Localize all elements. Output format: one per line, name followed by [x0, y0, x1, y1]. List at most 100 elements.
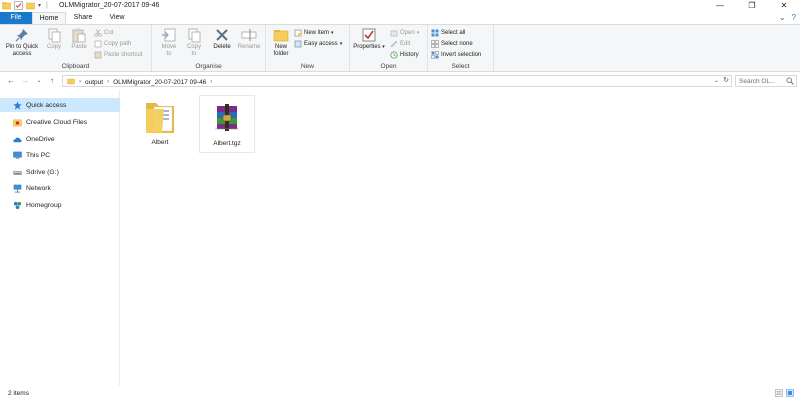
select-none-icon [431, 40, 439, 48]
properties-check-icon[interactable] [14, 1, 23, 10]
quick-access-toolbar: ▾ | [2, 1, 48, 10]
new-folder-button[interactable]: New folder [269, 27, 293, 58]
nav-item-onedrive[interactable]: OneDrive [0, 132, 120, 146]
copy-to-icon [186, 27, 202, 43]
expand-ribbon-icon[interactable]: ⌄ [779, 13, 786, 22]
nav-item-creative-cloud-files[interactable]: Creative Cloud Files [0, 115, 120, 129]
select-none-button[interactable]: Select none [431, 39, 473, 49]
folder-icon [140, 97, 180, 137]
drive-icon [13, 168, 22, 177]
organise-group: Move to Copy to Delete Rename Organise [152, 25, 266, 71]
select-all-button[interactable]: Select all [431, 28, 465, 38]
breadcrumb-separator-icon: › [210, 79, 213, 85]
properties-button[interactable]: Properties ▾ [352, 27, 386, 51]
properties-icon [361, 27, 377, 43]
breadcrumb-output[interactable]: output [85, 79, 103, 86]
copy-path-icon [94, 40, 102, 48]
new-folder-icon [273, 27, 289, 43]
easy-access-dropdown-icon: ▾ [339, 41, 343, 47]
open-group: Properties ▾ Open ▾ Edit History Open [350, 25, 428, 71]
file-item-folder[interactable]: Albert [132, 95, 188, 153]
back-arrow-icon[interactable]: ← [6, 76, 16, 86]
maximize-button[interactable]: ❐ [736, 0, 768, 12]
item-count: 2 items [8, 390, 29, 397]
paste-shortcut-icon [94, 51, 102, 59]
folder-small-icon [2, 1, 11, 10]
open-icon [390, 29, 398, 37]
nav-item-quick-access[interactable]: Quick access [0, 98, 120, 112]
breadcrumb-separator-icon: › [107, 79, 110, 85]
recent-locations-icon[interactable]: ⌄ [34, 76, 44, 86]
address-bar[interactable]: › output › OLMMigrator_20-07-2017 09-46 … [62, 75, 732, 87]
help-icon[interactable]: ? [792, 13, 796, 22]
open-group-label: Open [380, 63, 397, 70]
address-row: ← → ⌄ ↑ › output › OLMMigrator_20-07-201… [0, 73, 800, 89]
homegroup-icon [13, 201, 22, 210]
title-bar: ▾ | OLMMigrator_20-07-2017 09-46 — ❐ ✕ [0, 0, 800, 12]
open-button[interactable]: Open ▾ [390, 28, 419, 38]
address-dropdown-icon[interactable]: ⌄ [714, 76, 719, 86]
tab-view[interactable]: View [100, 12, 134, 24]
search-input[interactable]: Search OL... [735, 75, 797, 87]
copy-to-button[interactable]: Copy to [182, 27, 206, 58]
history-button[interactable]: History [390, 50, 419, 60]
tab-share[interactable]: Share [66, 12, 100, 24]
invert-selection-icon [431, 51, 439, 59]
file-list: Albert Albert.tgz [121, 90, 800, 386]
cut-button[interactable]: Cut [94, 28, 113, 38]
select-group: Select all Select none Invert selection … [428, 25, 494, 71]
organise-group-label: Organise [195, 63, 222, 70]
qat-dropdown-icon[interactable]: ▾ [38, 2, 41, 9]
delete-x-icon [214, 27, 230, 43]
tab-file[interactable]: File [0, 12, 32, 24]
delete-button[interactable]: Delete [209, 27, 235, 51]
paste-button[interactable]: Paste [67, 27, 91, 51]
easy-access-button[interactable]: Easy access ▾ [294, 39, 342, 49]
paste-shortcut-button[interactable]: Paste shortcut [94, 50, 142, 60]
up-arrow-icon[interactable]: ↑ [47, 76, 57, 86]
breadcrumb-current-folder[interactable]: OLMMigrator_20-07-2017 09-46 [113, 79, 206, 86]
computer-icon [13, 151, 22, 160]
details-view-icon[interactable] [775, 389, 783, 397]
properties-dropdown-icon: ▾ [382, 44, 385, 50]
rename-button[interactable]: Rename [236, 27, 262, 51]
edit-button[interactable]: Edit [390, 39, 410, 49]
search-icon[interactable] [786, 77, 794, 85]
pin-to-quick-access-button[interactable]: Pin to Quick access [3, 27, 41, 58]
new-group: New folder New item ▾ Easy access ▾ New [266, 25, 350, 71]
nav-item-network[interactable]: Network [0, 181, 120, 195]
refresh-icon[interactable]: ↻ [723, 76, 729, 86]
breadcrumb-separator-icon: › [79, 79, 81, 85]
search-placeholder: Search OL... [739, 78, 776, 85]
winrar-archive-icon [207, 98, 247, 138]
move-to-button[interactable]: Move to [157, 27, 181, 58]
tab-home[interactable]: Home [32, 12, 66, 24]
file-item-archive[interactable]: Albert.tgz [199, 95, 255, 153]
forward-arrow-icon[interactable]: → [20, 76, 30, 86]
clipboard-group: Pin to Quick access Copy Paste Cut Copy … [0, 25, 152, 71]
new-folder-small-icon[interactable] [26, 1, 35, 10]
paste-icon [71, 27, 87, 43]
edit-pencil-icon [390, 40, 398, 48]
nav-item-this-pc[interactable]: This PC [0, 148, 120, 162]
network-icon [13, 184, 22, 193]
large-icons-view-icon[interactable] [786, 389, 794, 397]
onedrive-cloud-icon [13, 135, 22, 144]
breadcrumb: › output › OLMMigrator_20-07-2017 09-46 … [67, 77, 212, 87]
minimize-button[interactable]: — [704, 0, 736, 12]
new-item-icon [294, 29, 302, 37]
copy-icon [46, 27, 62, 43]
nav-item-homegroup[interactable]: Homegroup [0, 198, 120, 212]
new-item-button[interactable]: New item ▾ [294, 28, 334, 38]
ribbon: Pin to Quick access Copy Paste Cut Copy … [0, 24, 800, 72]
move-to-icon [161, 27, 177, 43]
open-dropdown-icon: ▾ [416, 30, 420, 36]
file-name: Albert.tgz [213, 140, 241, 147]
new-group-label: New [300, 63, 314, 70]
copy-path-button[interactable]: Copy path [94, 39, 131, 49]
invert-selection-button[interactable]: Invert selection [431, 50, 481, 60]
nav-item-sdrive[interactable]: Sdrive (G:) [0, 165, 120, 179]
close-button[interactable]: ✕ [768, 0, 800, 12]
easy-access-icon [294, 40, 302, 48]
copy-button[interactable]: Copy [43, 27, 65, 51]
